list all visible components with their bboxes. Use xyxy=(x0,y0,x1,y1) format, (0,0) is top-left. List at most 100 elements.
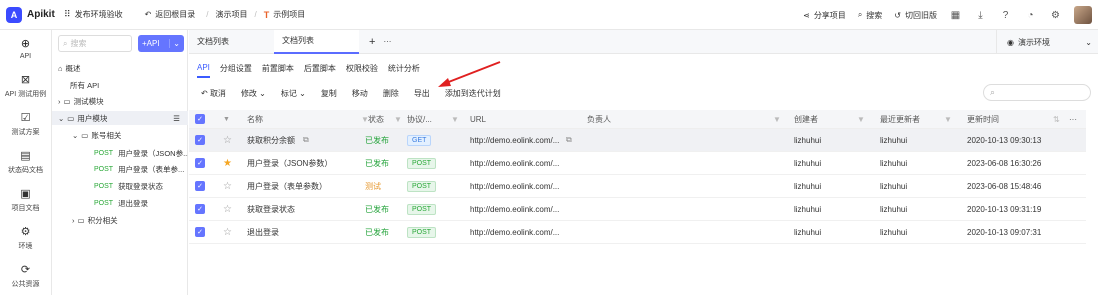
edit-button[interactable]: 修改 ⌄ xyxy=(241,88,266,99)
nav-item-api[interactable]: ⊕ API xyxy=(0,30,51,68)
avatar[interactable] xyxy=(1074,6,1092,24)
tree-item-overview[interactable]: ⌂ 概述 xyxy=(52,61,188,75)
cancel-button[interactable]: ↶ 取消 xyxy=(201,88,226,99)
back-to-root-button[interactable]: ↶ 返回根目录 xyxy=(145,0,196,30)
nav-item-test-plan[interactable]: ☑ 测试方案 xyxy=(0,106,51,144)
subtab-group-settings[interactable]: 分组设置 xyxy=(220,63,252,74)
row-checkbox[interactable]: ✓ xyxy=(195,227,205,237)
environment-select[interactable]: ◉ 演示环境 ⌄ xyxy=(996,30,1092,54)
tree-api-item[interactable]: POST 用户登录（JSON参... xyxy=(52,146,188,160)
tab-doc-list-active[interactable]: 文档列表 xyxy=(274,29,359,54)
api-name[interactable]: 退出登录 xyxy=(247,227,279,238)
mark-button[interactable]: 标记 ⌄ xyxy=(281,88,306,99)
table-row[interactable]: ✓ ☆ 获取登录状态 已发布 POST http://demo.eolink.c… xyxy=(189,198,1086,221)
menu-icon[interactable]: ☰ xyxy=(173,114,180,123)
add-api-button[interactable]: +API ⌄ xyxy=(138,35,184,52)
subtab-api[interactable]: API xyxy=(197,58,210,78)
api-name[interactable]: 用户登录（JSON参数） xyxy=(247,158,332,169)
filter-icon[interactable]: ▼ xyxy=(944,115,952,124)
chevron-down-icon: ⌄ xyxy=(58,113,65,123)
star-icon[interactable]: ☆ xyxy=(223,181,232,192)
nav-item-public-resource[interactable]: ⟳ 公共资源 xyxy=(0,258,51,295)
tree-item-all-api[interactable]: 所有 API xyxy=(52,78,188,92)
api-url: http://demo.eolink.com/... xyxy=(470,181,560,191)
filter-icon[interactable]: ▼ xyxy=(773,115,781,124)
api-name[interactable]: 用户登录（表单参数） xyxy=(247,181,327,192)
nav-item-environment[interactable]: ⚙ 环境 xyxy=(0,220,51,258)
api-name: 退出登录 xyxy=(118,198,149,208)
status-badge: 已发布 xyxy=(365,204,389,214)
row-checkbox[interactable]: ✓ xyxy=(195,181,205,191)
sub-tabs: API 分组设置 前置脚本 后置脚本 权限校验 统计分析 xyxy=(189,58,1098,78)
nav-item-status-code-doc[interactable]: ▤ 状态码文档 xyxy=(0,144,51,182)
subtab-auth[interactable]: 权限校验 xyxy=(346,63,378,74)
copy-button[interactable]: 复制 xyxy=(321,88,337,99)
table-search-input[interactable]: ⌕ xyxy=(983,84,1091,101)
api-url: http://demo.eolink.com/... xyxy=(470,135,560,145)
col-name: 名称 xyxy=(247,114,263,124)
updated-time: 2020-10-13 09:30:13 xyxy=(967,135,1042,145)
help-icon[interactable]: ? xyxy=(999,9,1012,22)
delete-button[interactable]: 删除 xyxy=(383,88,399,99)
chevron-down-icon: ⌄ xyxy=(256,88,266,98)
tree-group-points[interactable]: › ▭ 积分相关 xyxy=(52,213,188,227)
add-to-iteration-button[interactable]: 添加到迭代计划 xyxy=(445,88,501,99)
environment-icon: ⚙ xyxy=(20,226,31,238)
updater: lizhuhui xyxy=(880,135,908,145)
filter-icon[interactable]: ▼ xyxy=(394,115,402,124)
tree-api-item[interactable]: POST 退出登录 xyxy=(52,196,188,210)
download-icon[interactable]: ⤓ xyxy=(974,9,987,22)
more-tabs-icon[interactable]: ··· xyxy=(383,37,391,46)
move-button[interactable]: 移动 xyxy=(352,88,368,99)
copy-icon[interactable]: ⧉ xyxy=(566,135,572,145)
calendar-icon[interactable]: ▦ xyxy=(949,9,962,22)
sort-icon[interactable]: ⇅ xyxy=(1053,115,1060,124)
tree-group-account[interactable]: ⌄ ▭ 账号相关 xyxy=(52,128,188,142)
app-logo[interactable]: A Apikit xyxy=(0,6,58,23)
row-checkbox[interactable]: ✓ xyxy=(195,204,205,214)
row-checkbox[interactable]: ✓ xyxy=(195,158,205,168)
select-all-checkbox[interactable]: ✓ xyxy=(195,114,205,124)
copy-icon[interactable]: ⧉ xyxy=(303,135,309,145)
breadcrumb-project[interactable]: 示例项目 xyxy=(273,9,305,20)
share-project-button[interactable]: ⋖ 分享项目 xyxy=(803,0,846,30)
star-icon[interactable]: ☆ xyxy=(223,227,232,238)
notification-icon[interactable]: ◔ xyxy=(1024,9,1037,22)
star-icon[interactable]: ☆ xyxy=(223,204,232,215)
table-row[interactable]: ✓ ☆ 用户登录（表单参数） 测试 POST http://demo.eolin… xyxy=(189,175,1086,198)
subtab-stats[interactable]: 统计分析 xyxy=(388,63,420,74)
tree-group-test[interactable]: › ▭ 测试模块 xyxy=(52,94,188,108)
workspace-switcher[interactable]: ⠿ 发布环境验收 xyxy=(64,0,123,30)
tree-search-input[interactable]: ⌕ 搜索 xyxy=(58,35,132,52)
subtab-post-script[interactable]: 后置脚本 xyxy=(304,63,336,74)
left-nav: ⊕ API ⊠ API 测试用例 ☑ 测试方案 ▤ 状态码文档 ▣ 项目文档 ⚙ 环境 ⟳ 公… xyxy=(0,30,52,295)
search-button[interactable]: ⌕ 搜索 xyxy=(858,0,882,30)
table-row[interactable]: ✓ ★ 用户登录（JSON参数） 已发布 POST http://demo.eo… xyxy=(189,152,1086,175)
tab-doc-list[interactable]: 文档列表 xyxy=(189,30,274,54)
filter-icon[interactable]: ▼ xyxy=(451,115,459,124)
breadcrumb-project-group[interactable]: 演示项目 xyxy=(216,9,248,20)
table-row[interactable]: ✓ ☆ 获取积分余额 ⧉ 已发布 GET http://demo.eolink.… xyxy=(189,129,1086,152)
add-tab-button[interactable]: + xyxy=(369,36,375,48)
tree-api-item[interactable]: POST 用户登录（表单参... xyxy=(52,162,188,176)
tree-api-item[interactable]: POST 获取登录状态 xyxy=(52,179,188,193)
api-name: 用户登录（表单参... xyxy=(118,164,185,174)
column-settings-icon[interactable]: ··· xyxy=(1069,115,1077,124)
star-icon[interactable]: ☆ xyxy=(223,135,232,146)
api-name[interactable]: 获取登录状态 xyxy=(247,204,295,215)
method-tag: POST xyxy=(407,157,437,169)
nav-item-project-doc[interactable]: ▣ 项目文档 xyxy=(0,182,51,220)
star-icon[interactable]: ★ xyxy=(223,158,232,169)
tree-group-user[interactable]: ⌄ ▭ 用户模块 ☰ xyxy=(52,111,188,125)
logo-icon: A xyxy=(6,6,22,23)
export-button[interactable]: 导出 xyxy=(414,88,430,99)
api-name[interactable]: 获取积分余额 xyxy=(247,135,295,146)
row-checkbox[interactable]: ✓ xyxy=(195,135,205,145)
subtab-pre-script[interactable]: 前置脚本 xyxy=(262,63,294,74)
switch-old-version-button[interactable]: ↺ 切回旧版 xyxy=(894,0,937,30)
gear-icon[interactable]: ⚙ xyxy=(1049,9,1062,22)
filter-icon[interactable]: ▼ xyxy=(857,115,865,124)
table-row[interactable]: ✓ ☆ 退出登录 已发布 POST http://demo.eolink.com… xyxy=(189,221,1086,244)
filter-icon[interactable]: ▼ xyxy=(223,116,230,123)
nav-item-api-test-case[interactable]: ⊠ API 测试用例 xyxy=(0,68,51,106)
